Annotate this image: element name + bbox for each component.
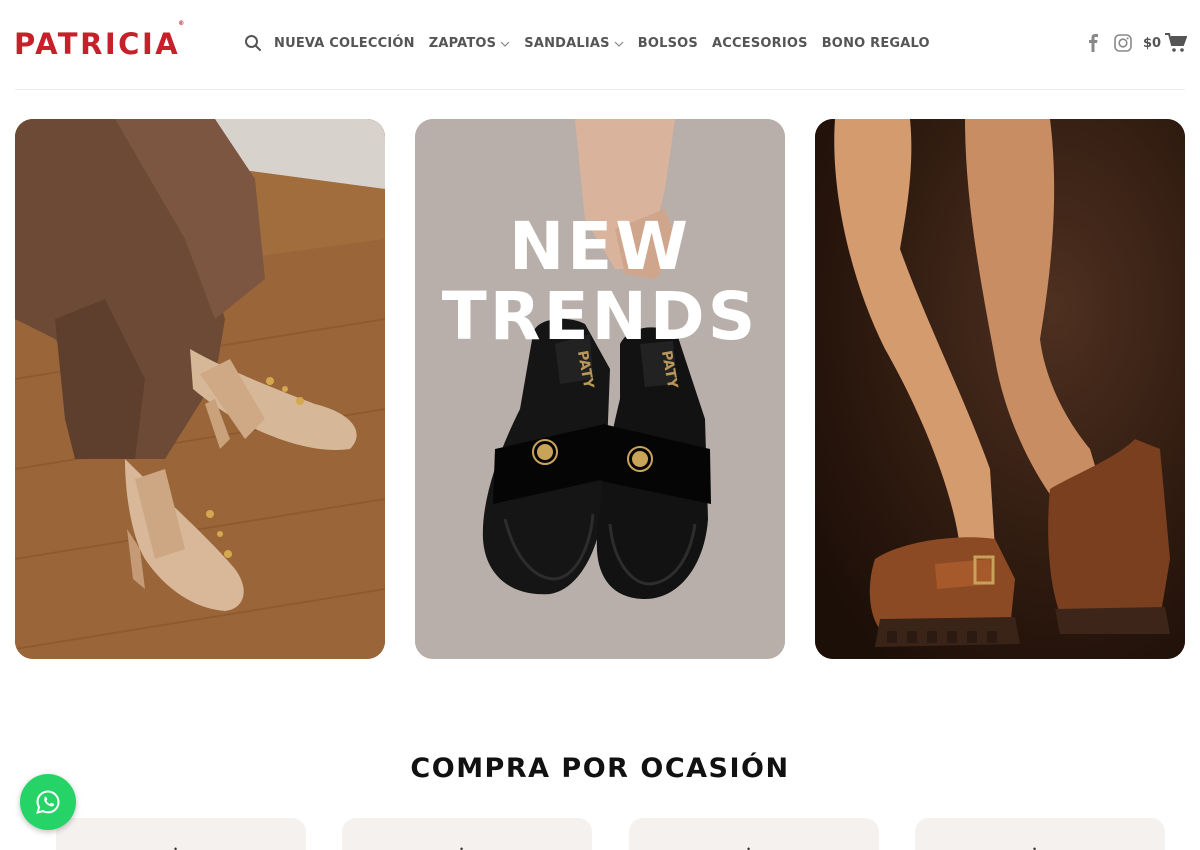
section-title-compra-por-ocasion: COMPRA POR OCASIÓN: [410, 753, 790, 784]
occasion-card-4[interactable]: •: [915, 818, 1165, 850]
main-nav: NUEVA COLECCIÓN ZAPATOS SANDALIAS BOLSOS…: [274, 36, 930, 51]
facebook-icon[interactable]: [1083, 33, 1103, 53]
banner-new-trends[interactable]: PATY PATY NEW TRENDS: [415, 119, 785, 659]
banner-title-line1: NEW: [508, 208, 692, 285]
nav-item-accesorios[interactable]: ACCESORIOS: [712, 36, 808, 51]
occasion-card-2[interactable]: •: [342, 818, 592, 850]
banner-mocasines-image: [815, 119, 1185, 659]
header-divider: [15, 89, 1185, 90]
nav-item-sandalias[interactable]: SANDALIAS: [524, 36, 624, 51]
occasion-icon: •: [460, 844, 464, 850]
banner-sandalias-image: [15, 119, 385, 659]
occasion-card-3[interactable]: •: [629, 818, 879, 850]
banner-sandalias[interactable]: [15, 119, 385, 659]
social-links: [1083, 33, 1133, 53]
occasion-icon: •: [174, 844, 178, 850]
banner-title-line2: TRENDS: [441, 278, 759, 355]
nav-item-bono-regalo[interactable]: BONO REGALO: [822, 36, 930, 51]
brand-logo[interactable]: PATRICIA®: [14, 20, 189, 61]
site-header: PATRICIA® NUEVA COLECCIÓN ZAPATOS SANDAL…: [0, 0, 1200, 90]
whatsapp-icon: [36, 790, 60, 814]
occasion-card-1[interactable]: •: [56, 818, 306, 850]
banner-new-trends-image: PATY PATY: [415, 119, 785, 659]
whatsapp-chat-button[interactable]: [20, 774, 76, 830]
chevron-down-icon: [500, 41, 510, 47]
nav-item-nueva-coleccion[interactable]: NUEVA COLECCIÓN: [274, 36, 415, 51]
occasion-icon: •: [747, 844, 751, 850]
chevron-down-icon: [614, 41, 624, 47]
nav-item-zapatos[interactable]: ZAPATOS: [429, 36, 511, 51]
cart-button[interactable]: $0: [1143, 33, 1188, 53]
occasion-icon: •: [1033, 844, 1037, 850]
cart-icon: [1165, 33, 1188, 52]
cart-amount: $0: [1143, 35, 1162, 51]
banner-mocasines[interactable]: [815, 119, 1185, 659]
nav-item-bolsos[interactable]: BOLSOS: [638, 36, 698, 51]
search-icon[interactable]: [244, 34, 262, 52]
instagram-icon[interactable]: [1113, 33, 1133, 53]
